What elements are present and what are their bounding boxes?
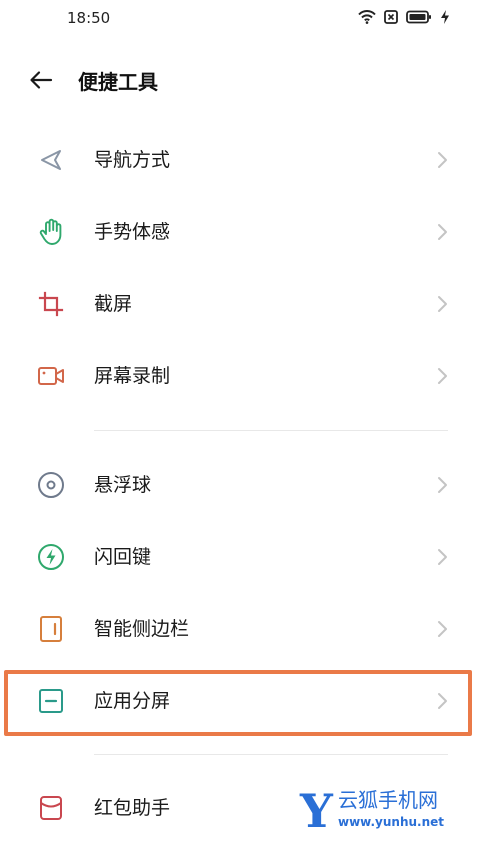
sim-card-icon xyxy=(384,9,398,28)
chevron-right-icon xyxy=(434,366,450,386)
status-bar: 18:50 xyxy=(0,0,480,36)
settings-item-label: 导航方式 xyxy=(94,149,171,171)
navigation-triangle-icon xyxy=(36,146,66,174)
page-title: 便捷工具 xyxy=(78,70,158,94)
status-time: 18:50 xyxy=(67,9,111,27)
settings-item-label: 闪回键 xyxy=(94,546,152,568)
chevron-right-icon xyxy=(434,294,450,314)
chevron-right-icon xyxy=(434,547,450,567)
settings-item-navigation[interactable]: 导航方式 xyxy=(0,124,480,196)
watermark-logo: Y 云狐手机网 www.yunhu.net xyxy=(300,786,470,836)
back-button[interactable] xyxy=(26,68,56,96)
settings-item-label: 手势体感 xyxy=(94,221,171,243)
envelope-icon xyxy=(36,794,66,822)
sidebar-icon xyxy=(36,615,66,643)
watermark-letter: Y xyxy=(300,784,333,838)
settings-item-label: 截屏 xyxy=(94,293,133,315)
settings-item-label: 红包助手 xyxy=(94,797,171,819)
page-header: 便捷工具 xyxy=(0,58,480,106)
settings-item-label: 屏幕录制 xyxy=(94,365,171,387)
settings-item-label: 智能侧边栏 xyxy=(94,618,190,640)
chevron-right-icon xyxy=(434,475,450,495)
video-camera-icon xyxy=(36,362,66,390)
battery-icon xyxy=(406,9,432,28)
back-arrow-icon xyxy=(29,70,53,94)
chevron-right-icon xyxy=(434,619,450,639)
crop-icon xyxy=(36,290,66,318)
settings-item-floating-ball[interactable]: 悬浮球 xyxy=(0,449,480,521)
lightning-circle-icon xyxy=(36,543,66,571)
settings-item-smart-sidebar[interactable]: 智能侧边栏 xyxy=(0,593,480,665)
watermark-url: www.yunhu.net xyxy=(338,815,445,829)
hand-icon xyxy=(36,218,66,246)
settings-item-flashback[interactable]: 闪回键 xyxy=(0,521,480,593)
chevron-right-icon xyxy=(434,222,450,242)
chevron-right-icon xyxy=(434,150,450,170)
settings-item-screen-record[interactable]: 屏幕录制 xyxy=(0,340,480,412)
wifi-icon xyxy=(358,9,376,28)
settings-item-gestures[interactable]: 手势体感 xyxy=(0,196,480,268)
floating-ball-icon xyxy=(36,471,66,499)
highlight-annotation-box xyxy=(4,670,472,736)
charging-icon xyxy=(440,9,450,28)
watermark-brand: 云狐手机网 xyxy=(338,788,438,812)
settings-item-screenshot[interactable]: 截屏 xyxy=(0,268,480,340)
group-divider xyxy=(94,430,448,431)
status-icons xyxy=(358,9,450,27)
group-divider xyxy=(94,754,448,755)
settings-item-label: 悬浮球 xyxy=(94,474,152,496)
